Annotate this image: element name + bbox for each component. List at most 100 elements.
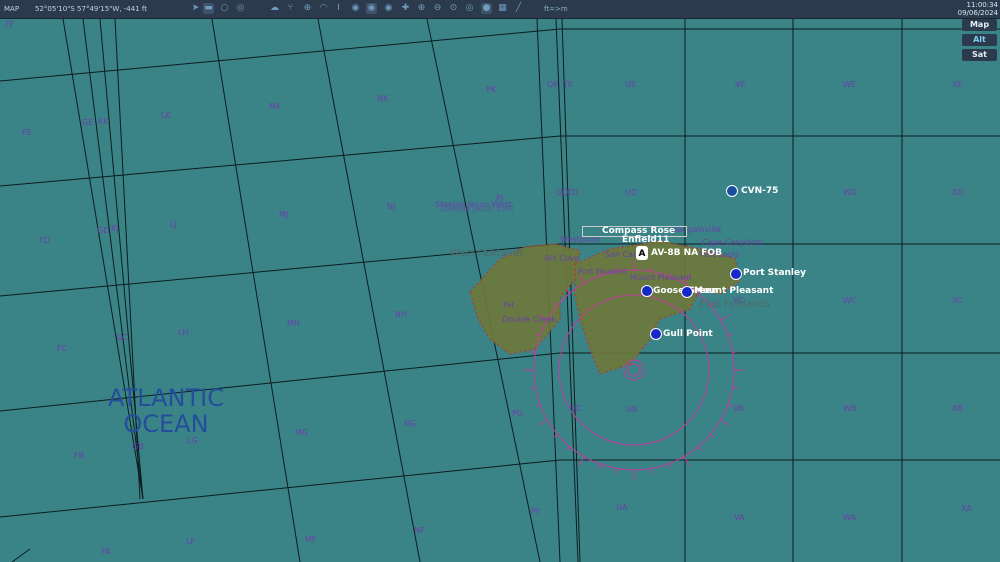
time: 11:00:34 xyxy=(966,1,998,9)
grid-label: XC xyxy=(952,296,963,305)
compass-tick xyxy=(615,468,618,474)
place-label: Double Creek xyxy=(502,315,557,324)
compass-tick xyxy=(720,419,730,426)
grid-label: VB xyxy=(733,404,744,413)
airbase-icon[interactable]: A xyxy=(636,246,648,260)
clock: 11:00:34 09/06/2024 xyxy=(958,1,998,17)
grid-label: MF xyxy=(305,535,317,544)
airfield-icon[interactable] xyxy=(681,286,693,298)
compass-tick xyxy=(710,433,715,438)
compass-tick xyxy=(727,333,733,337)
grid-label: VA xyxy=(734,513,745,522)
airfield-icon[interactable] xyxy=(650,328,662,340)
radar-1-icon[interactable]: ◉ xyxy=(350,3,361,14)
globe-icon[interactable]: ● xyxy=(481,3,492,14)
grid-label: QC xyxy=(569,404,581,413)
grid-label: TD xyxy=(567,188,579,197)
unit-cvn75[interactable]: CVN-75 xyxy=(741,186,778,196)
carrier-icon[interactable] xyxy=(726,185,738,197)
unit-gull-point[interactable]: Gull Point xyxy=(663,329,713,339)
grid-label: WD xyxy=(843,188,858,197)
navigate-icon[interactable]: ➤ xyxy=(190,3,201,14)
grid-icon[interactable]: ▦ xyxy=(497,3,508,14)
pencil-icon[interactable]: ╱ xyxy=(513,3,524,14)
compass-tick xyxy=(697,446,702,451)
grid-label: MH xyxy=(287,319,300,328)
compass-tick xyxy=(727,403,733,407)
grid-label: LH xyxy=(178,328,189,337)
grid-label: XD xyxy=(952,188,964,197)
toggle-icon[interactable]: ▬ xyxy=(203,3,214,14)
compass-tick xyxy=(538,419,548,426)
map-canvas[interactable] xyxy=(0,19,1000,562)
tower-icon[interactable]: Ⅰ xyxy=(333,3,344,14)
grid-label: NK xyxy=(377,94,389,103)
place-label: Mount Pleasant xyxy=(630,273,692,282)
grid-label: UB xyxy=(626,405,638,414)
zoom-fit-icon[interactable]: ⊙ xyxy=(448,3,459,14)
grid-label: WB xyxy=(843,404,857,413)
layers-icon[interactable]: ◎ xyxy=(235,3,246,14)
circle-icon[interactable]: ○ xyxy=(219,3,230,14)
grid-label: PG xyxy=(512,409,524,418)
wifi-icon[interactable]: ◠ xyxy=(318,3,329,14)
move-icon[interactable]: ✚ xyxy=(400,3,411,14)
grid-label: FC xyxy=(57,344,68,353)
unit-mount-pleasant[interactable]: Mount Pleasant xyxy=(694,286,773,296)
radar-2-icon[interactable]: ◉ xyxy=(366,3,377,14)
unit-fob[interactable]: AV-8B NA FOB xyxy=(651,248,722,258)
compass-tick xyxy=(667,463,671,469)
grid-label: LK xyxy=(161,111,171,120)
grid-label: KK xyxy=(98,117,109,126)
place-label: Cape Carysfort xyxy=(702,238,762,247)
grid-label: FE xyxy=(22,128,32,137)
network-icon[interactable]: ⑂ xyxy=(285,3,296,14)
grid-label: PK xyxy=(486,85,497,94)
alt-layer-button[interactable]: Alt xyxy=(962,34,997,46)
compass-tick xyxy=(566,446,571,451)
zoom-out-icon[interactable]: ⊖ xyxy=(432,3,443,14)
grid-label: WC xyxy=(843,296,857,305)
grid-label: GE xyxy=(82,118,94,127)
compass-tick xyxy=(578,456,585,466)
grid-line xyxy=(0,352,561,412)
bullseye-icon[interactable]: ◎ xyxy=(464,3,475,14)
grid-line xyxy=(0,28,561,82)
cloud-icon[interactable]: ☁ xyxy=(269,3,280,14)
grid-label: NG xyxy=(404,419,417,428)
mode-label: MAP xyxy=(4,5,20,13)
grid-label: WA xyxy=(843,513,856,522)
grid-label: UA xyxy=(616,503,628,512)
target-icon[interactable]: ⊕ xyxy=(302,3,313,14)
place-label: Steeple Jason East xyxy=(440,204,515,213)
ocean-label: ATLANTIC OCEAN xyxy=(108,385,224,437)
sat-layer-button[interactable]: Sat xyxy=(962,49,997,61)
unit-toggle-button[interactable]: ft=>m xyxy=(544,5,568,13)
compass-tick xyxy=(650,468,653,474)
grid-label: QK xyxy=(547,80,559,89)
cursor-coordinates: 52°05'10"S 57°49'15"W, -441 ft xyxy=(35,5,147,13)
grid-line xyxy=(211,19,301,562)
grid-label: XA xyxy=(961,504,972,513)
grid-label: FD xyxy=(39,236,50,245)
grid-label: MK xyxy=(269,102,282,111)
compass-tick xyxy=(535,403,541,407)
grid-label: GC xyxy=(116,333,128,342)
compass-tick xyxy=(732,386,738,389)
zoom-in-icon[interactable]: ⊕ xyxy=(416,3,427,14)
radar-3-icon[interactable]: ◉ xyxy=(383,3,394,14)
airfield-icon[interactable] xyxy=(641,285,653,297)
place-label: Hill Cove xyxy=(544,254,580,263)
top-toolbar: MAP 52°05'10"S 57°49'15"W, -441 ft ➤ ▬ ○ ◎ ☁… xyxy=(0,0,1000,19)
unit-port-stanley[interactable]: Port Stanley xyxy=(743,268,806,278)
grid-line xyxy=(0,459,561,518)
grid-label: KJ xyxy=(111,224,119,233)
map-layer-button[interactable]: Map xyxy=(962,19,997,31)
ocean-label-2: OCEAN xyxy=(123,410,209,438)
unit-enfield11[interactable]: Enfield11 xyxy=(622,235,669,245)
grid-label: TE xyxy=(563,80,573,89)
grid-label: PH xyxy=(503,301,514,310)
airfield-icon[interactable] xyxy=(730,268,742,280)
grid-line xyxy=(317,19,421,562)
grid-line xyxy=(11,548,31,562)
